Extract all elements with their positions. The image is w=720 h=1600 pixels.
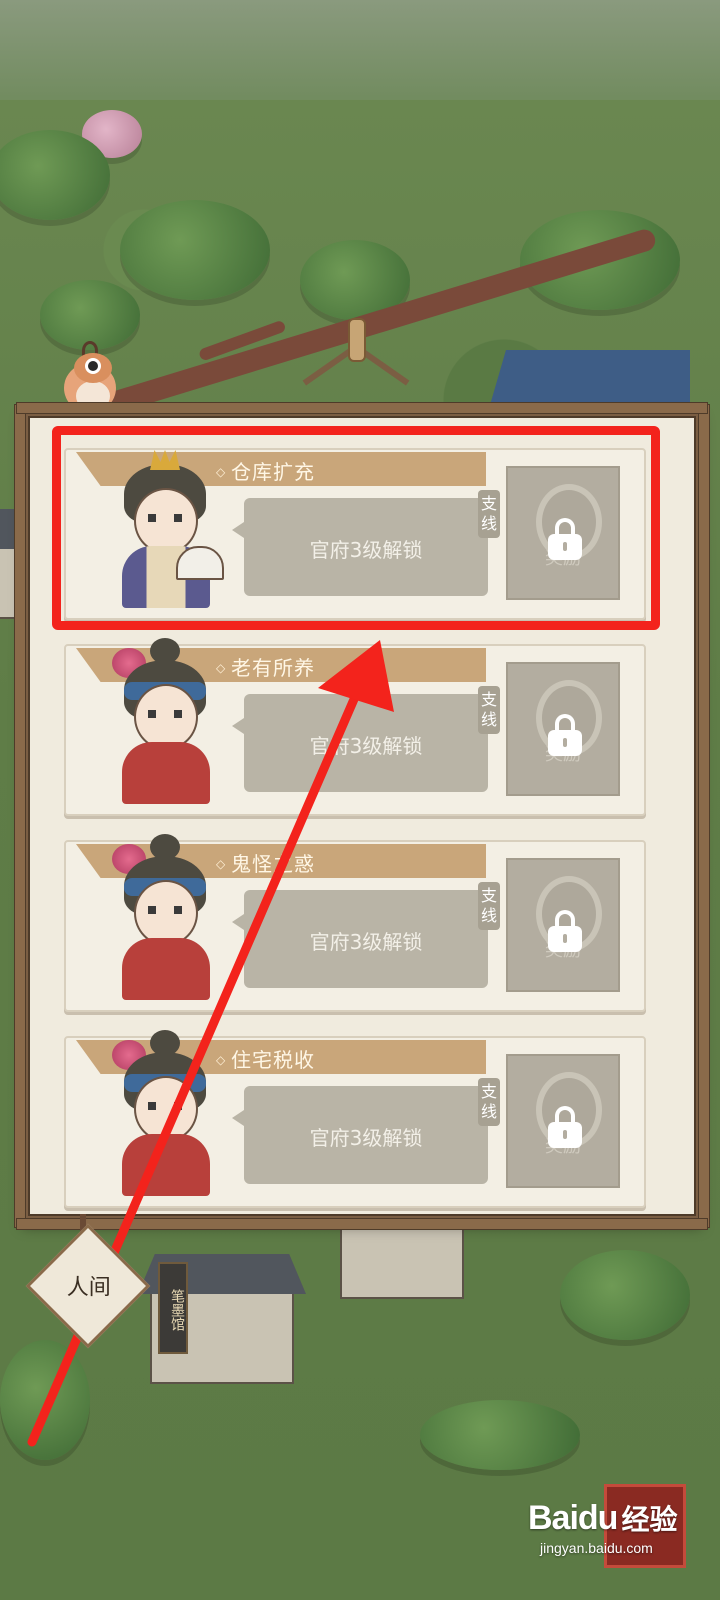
tree xyxy=(0,1340,90,1460)
lock-icon xyxy=(548,714,582,756)
unlock-bubble: 官府3级解锁 xyxy=(232,1086,488,1184)
unlock-condition: 官府3级解锁 xyxy=(309,734,423,758)
watermark-sub: 经验 xyxy=(621,1504,678,1535)
tree xyxy=(120,200,270,300)
watermark-brand: Baidu xyxy=(528,1499,618,1537)
reward-slot[interactable]: 奖励 xyxy=(506,1054,620,1188)
highlight-box xyxy=(52,426,660,630)
tree xyxy=(420,1400,580,1470)
blue-roof-building xyxy=(490,350,690,405)
unlock-condition: 官府3级解锁 xyxy=(309,930,423,954)
lock-icon xyxy=(548,1106,582,1148)
quest-card-elderly-care[interactable]: 老有所养 官府3级解锁 支线 奖励 xyxy=(64,638,646,816)
reward-slot[interactable]: 奖励 xyxy=(506,858,620,992)
hanging-rope xyxy=(302,318,410,408)
tree xyxy=(40,280,140,350)
mountains xyxy=(0,0,720,110)
unlock-bubble: 官府3级解锁 xyxy=(232,890,488,988)
reward-slot[interactable]: 奖励 xyxy=(506,662,620,796)
quest-card-ghost[interactable]: 鬼怪之惑 官府3级解锁 支线 奖励 xyxy=(64,834,646,1012)
branch-quest-badge: 支线 xyxy=(478,882,500,930)
watermark-url: jingyan.baidu.com xyxy=(540,1540,653,1556)
quest-card-housing-tax[interactable]: 住宅税收 官府3级解锁 支线 奖励 xyxy=(64,1030,646,1208)
character-avatar-clerk xyxy=(94,1030,234,1202)
unlock-condition: 官府3级解锁 xyxy=(309,1126,423,1150)
watermark: Baidu 经验 jingyan.baidu.com xyxy=(528,1498,677,1556)
lock-icon xyxy=(548,910,582,952)
branch-quest-badge: 支线 xyxy=(478,686,500,734)
tree xyxy=(560,1250,690,1340)
house xyxy=(328,1189,476,1299)
world-tab-label: 人间 xyxy=(66,1275,111,1301)
shop-sign: 笔墨馆 xyxy=(158,1262,188,1354)
branch-quest-badge: 支线 xyxy=(478,1078,500,1126)
character-avatar-clerk xyxy=(94,638,234,810)
unlock-bubble: 官府3级解锁 xyxy=(232,694,488,792)
character-avatar-clerk xyxy=(94,834,234,1006)
